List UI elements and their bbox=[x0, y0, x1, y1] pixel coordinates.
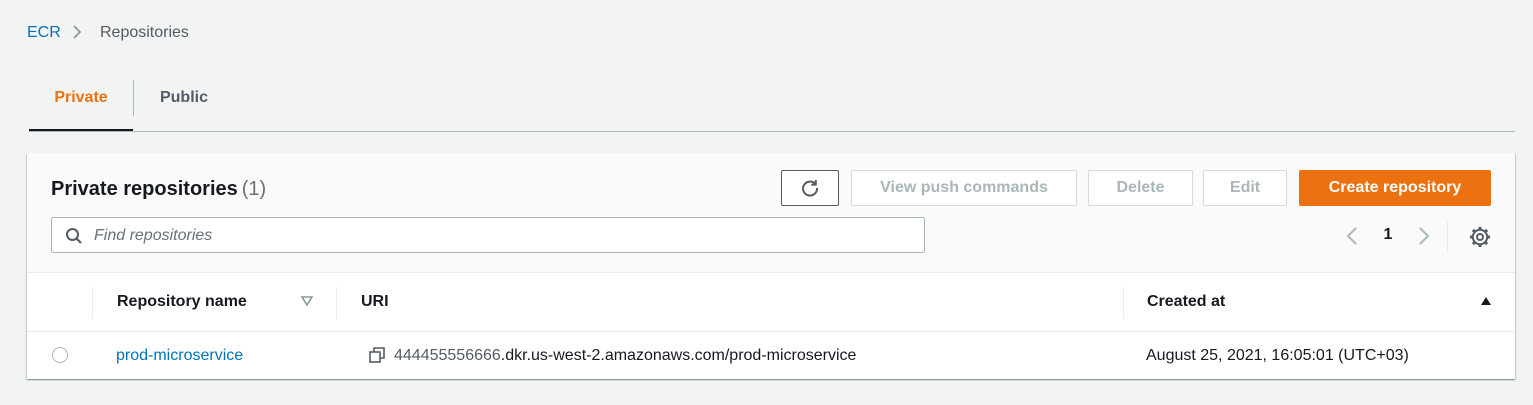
column-divider bbox=[92, 287, 93, 319]
refresh-icon bbox=[802, 180, 819, 197]
page-number[interactable]: 1 bbox=[1382, 226, 1394, 244]
create-repository-button[interactable]: Create repository bbox=[1299, 170, 1491, 206]
chevron-right-icon[interactable] bbox=[1416, 225, 1432, 247]
delete-button[interactable]: Delete bbox=[1088, 170, 1193, 206]
panel-title-text: Private repositories bbox=[51, 178, 238, 200]
row-select-radio[interactable] bbox=[52, 347, 68, 363]
tab-private[interactable]: Private bbox=[29, 88, 133, 132]
repository-count: (1) bbox=[241, 178, 267, 200]
panel-title: Private repositories (1) bbox=[51, 178, 266, 201]
view-push-commands-button[interactable]: View push commands bbox=[851, 170, 1077, 206]
uri-path: .dkr.us-west-2.amazonaws.com/prod-micros… bbox=[500, 347, 857, 364]
pagination-divider bbox=[1447, 221, 1448, 253]
chevron-right-icon bbox=[73, 25, 82, 39]
copy-icon[interactable] bbox=[369, 347, 385, 363]
repositories-panel: Private repositories (1) View push comman… bbox=[27, 153, 1515, 379]
column-header-created-at[interactable]: Created at bbox=[1147, 293, 1225, 311]
created-at-value: August 25, 2021, 16:05:01 (UTC+03) bbox=[1146, 347, 1409, 364]
gear-icon[interactable] bbox=[1468, 225, 1492, 249]
chevron-left-icon[interactable] bbox=[1344, 225, 1360, 247]
sort-up-icon[interactable] bbox=[1480, 296, 1492, 306]
repository-uri: 444455556666.dkr.us-west-2.amazonaws.com… bbox=[394, 347, 856, 365]
column-header-uri[interactable]: URI bbox=[361, 293, 389, 311]
search-input[interactable] bbox=[92, 218, 916, 254]
search-icon bbox=[66, 228, 82, 244]
repository-name-link[interactable]: prod-microservice bbox=[116, 347, 243, 365]
uri-account-id: 444455556666 bbox=[394, 347, 501, 364]
table-header-divider bbox=[27, 331, 1515, 332]
breadcrumb-current: Repositories bbox=[100, 24, 189, 41]
search-box bbox=[51, 217, 925, 254]
breadcrumb-ecr-link[interactable]: ECR bbox=[27, 24, 61, 42]
refresh-button[interactable] bbox=[781, 170, 839, 206]
panel-header bbox=[27, 153, 1515, 273]
column-divider bbox=[1123, 287, 1124, 319]
column-header-repository-name[interactable]: Repository name bbox=[117, 293, 247, 311]
sort-down-icon[interactable] bbox=[301, 296, 313, 306]
column-divider bbox=[336, 287, 337, 319]
tab-public[interactable]: Public bbox=[134, 88, 234, 132]
edit-button[interactable]: Edit bbox=[1203, 170, 1287, 206]
tabs-underline bbox=[29, 131, 1515, 132]
